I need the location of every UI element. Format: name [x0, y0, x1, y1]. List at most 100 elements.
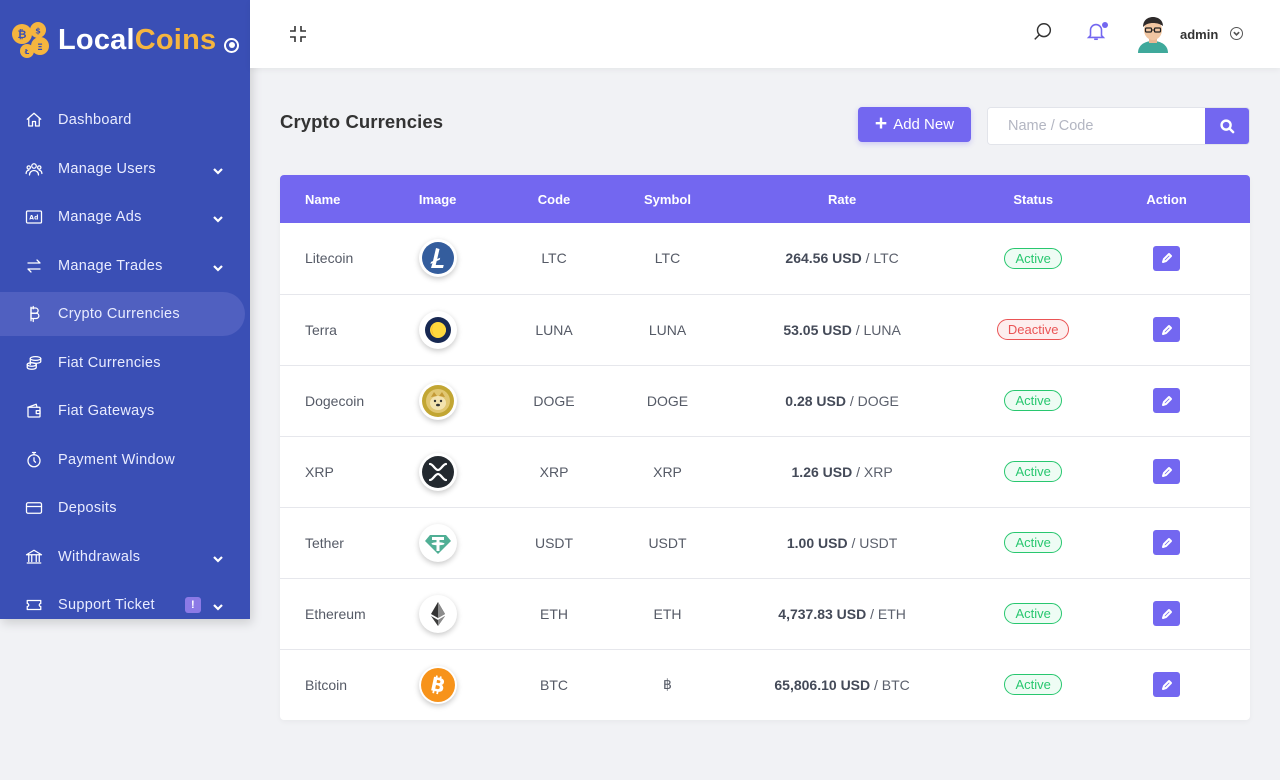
table-row: XRP XRP XRP 1.26 USD / XRP Active [280, 436, 1250, 507]
crypto-name: Litecoin [305, 250, 354, 267]
ticket-icon [24, 595, 44, 615]
crypto-code: BTC [540, 676, 569, 693]
sidebar-item-manage-trades[interactable]: Manage Trades [0, 244, 245, 288]
sidebar-item-dashboard[interactable]: Dashboard [0, 98, 245, 142]
search-icon[interactable] [1032, 21, 1056, 45]
sidebar-item-manage-users[interactable]: Manage Users [0, 147, 245, 191]
column-header-image: Image [418, 191, 457, 207]
brand[interactable]: ₿ $ Ξ Ł LocalCoins [0, 0, 250, 80]
rate-unit: / DOGE [846, 392, 899, 409]
crypto-symbol: XRP [653, 463, 682, 480]
sidebar-item-support-ticket[interactable]: Support Ticket ! [0, 583, 245, 619]
sidebar-item-label: Crypto Currencies [58, 306, 180, 322]
search-icon [1219, 118, 1234, 133]
terra-logo-icon [418, 310, 457, 349]
pencil-icon [1161, 253, 1172, 264]
table-row: Dogecoin DOGE DOGE 0.28 USD / DOGE Activ… [280, 365, 1250, 436]
rate-unit: / BTC [870, 676, 910, 693]
crypto-rate: 65,806.10 USD / BTC [701, 649, 983, 720]
crypto-rate: 0.28 USD / DOGE [701, 365, 983, 436]
sidebar-item-payment-window[interactable]: Payment Window [0, 438, 245, 482]
chevron-down-icon [213, 600, 223, 611]
sidebar-item-crypto-currencies[interactable]: Crypto Currencies [0, 292, 245, 336]
add-new-button[interactable]: + Add New [858, 107, 971, 142]
sidebar-item-fiat-gateways[interactable]: Fiat Gateways [0, 389, 245, 433]
sidebar: ₿ $ Ξ Ł LocalCoins Dashboard Manage User… [0, 0, 250, 619]
crypto-rate: 264.56 USD / LTC [701, 223, 983, 294]
add-new-label: Add New [893, 116, 955, 133]
edit-button[interactable] [1153, 530, 1181, 555]
crypto-name: Terra [305, 321, 337, 338]
rate-unit: / LTC [861, 250, 899, 267]
crypto-symbol: DOGE [646, 392, 689, 409]
fullscreen-exit-icon[interactable] [288, 24, 308, 44]
notification-dot [1102, 22, 1108, 28]
chevron-down-icon [213, 552, 223, 563]
column-header-name[interactable]: Name [280, 175, 401, 223]
sidebar-item-manage-ads[interactable]: Ad Manage Ads [0, 195, 245, 239]
pencil-icon [1161, 608, 1172, 619]
search-input[interactable] [988, 108, 1206, 144]
home-icon [24, 110, 44, 130]
rate-unit: / ETH [866, 605, 906, 622]
sidebar-item-label: Payment Window [58, 451, 176, 468]
users-icon [24, 159, 44, 179]
sidebar-item-label: Withdrawals [58, 548, 141, 565]
crypto-name: XRP [305, 463, 334, 480]
crypto-table: Name Image Code Symbol Rate Status Actio… [280, 175, 1250, 720]
column-header-rate[interactable]: Rate [701, 175, 983, 223]
bitcoin-icon [24, 304, 44, 324]
crypto-rate: 53.05 USD / LUNA [701, 294, 983, 365]
sidebar-item-label: Fiat Gateways [58, 403, 155, 419]
brand-name: LocalCoins [58, 23, 217, 56]
sidebar-item-withdrawals[interactable]: Withdrawals [0, 535, 245, 579]
crypto-symbol: ฿ [663, 676, 672, 693]
crypto-symbol: ETH [653, 605, 682, 622]
dogecoin-logo-icon [418, 381, 457, 420]
pencil-icon [1161, 537, 1172, 548]
sidebar-item-deposits[interactable]: Deposits [0, 486, 245, 530]
table-header-row: Name Image Code Symbol Rate Status Actio… [280, 175, 1250, 223]
edit-button[interactable] [1153, 317, 1181, 342]
edit-button[interactable] [1153, 459, 1181, 484]
sidebar-toggle-icon[interactable] [224, 37, 240, 53]
rate-value: 4,737.83 USD [778, 605, 867, 622]
chevron-down-icon [213, 164, 223, 175]
crypto-code: LTC [541, 250, 567, 267]
crypto-rate: 1.26 USD / XRP [701, 436, 983, 507]
crypto-rate: 4,737.83 USD / ETH [701, 578, 983, 649]
stopwatch-icon [24, 450, 44, 470]
status-badge: Active [1004, 247, 1062, 269]
rate-value: 53.05 USD [783, 321, 852, 338]
rate-unit: / LUNA [851, 321, 901, 338]
user-name[interactable]: admin [1180, 27, 1218, 42]
svg-text:₿: ₿ [18, 28, 27, 41]
bitcoin-logo-icon: B [418, 665, 457, 704]
chevron-down-icon[interactable] [1230, 27, 1243, 40]
chevron-down-icon [213, 261, 223, 272]
rate-value: 65,806.10 USD [774, 676, 871, 693]
edit-button[interactable] [1153, 672, 1181, 698]
wallet-icon [24, 401, 44, 421]
avatar[interactable] [1136, 15, 1170, 53]
pencil-icon [1161, 679, 1172, 690]
column-header-status[interactable]: Status [983, 175, 1083, 223]
sidebar-item-fiat-currencies[interactable]: Fiat Currencies [0, 341, 245, 385]
notification-badge: ! [185, 597, 201, 613]
svg-text:Ξ: Ξ [37, 43, 43, 53]
status-badge: Active [1004, 674, 1062, 696]
xrp-logo-icon [418, 452, 457, 491]
svg-text:$: $ [35, 27, 41, 36]
column-header-code[interactable]: Code [474, 175, 634, 223]
sidebar-item-label: Dashboard [58, 112, 132, 128]
column-header-symbol[interactable]: Symbol [634, 175, 701, 223]
table-row: Ethereum ETH ETH 4,737.83 USD / ETH Acti… [280, 578, 1250, 649]
search-button[interactable] [1205, 108, 1249, 144]
edit-button[interactable] [1153, 601, 1181, 626]
edit-button[interactable] [1153, 388, 1181, 413]
crypto-rate: 1.00 USD / USDT [701, 507, 983, 578]
bell-icon[interactable] [1085, 20, 1109, 44]
coins-icon [24, 353, 44, 373]
edit-button[interactable] [1153, 245, 1181, 271]
bank-icon [24, 547, 44, 567]
